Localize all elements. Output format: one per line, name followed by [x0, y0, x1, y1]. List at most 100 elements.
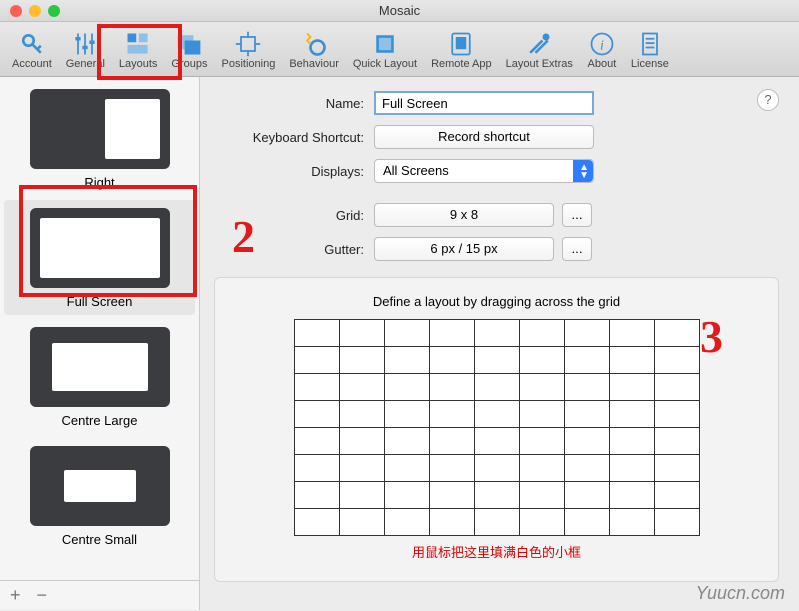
toolbar-groups[interactable]: Groups — [167, 28, 211, 72]
grid-cell[interactable] — [429, 320, 474, 347]
grid-cell[interactable] — [564, 428, 609, 455]
grid-cell[interactable] — [654, 509, 699, 536]
toolbar-account[interactable]: Account — [8, 28, 56, 72]
grid-cell[interactable] — [339, 455, 384, 482]
grid-cell[interactable] — [609, 374, 654, 401]
grid-cell[interactable] — [609, 320, 654, 347]
grid-cell[interactable] — [519, 509, 564, 536]
grid-cell[interactable] — [519, 347, 564, 374]
grid-cell[interactable] — [294, 428, 339, 455]
grid-cell[interactable] — [339, 320, 384, 347]
toolbar-layouts[interactable]: Layouts — [115, 28, 162, 72]
grid-cell[interactable] — [339, 428, 384, 455]
toolbar-general[interactable]: General — [62, 28, 109, 72]
grid-cell[interactable] — [339, 482, 384, 509]
layout-item-centre-large[interactable]: Centre Large — [4, 319, 195, 434]
grid-cell[interactable] — [294, 347, 339, 374]
grid-cell[interactable] — [654, 401, 699, 428]
grid-cell[interactable] — [654, 320, 699, 347]
grid-cell[interactable] — [474, 482, 519, 509]
grid-cell[interactable] — [294, 320, 339, 347]
grid-cell[interactable] — [609, 401, 654, 428]
grid-cell[interactable] — [384, 347, 429, 374]
grid-cell[interactable] — [519, 428, 564, 455]
grid-cell[interactable] — [339, 509, 384, 536]
grid-cell[interactable] — [654, 347, 699, 374]
grid-cell[interactable] — [429, 509, 474, 536]
grid-cell[interactable] — [564, 509, 609, 536]
layout-grid[interactable] — [294, 319, 700, 536]
layout-item-centre-small[interactable]: Centre Small — [4, 438, 195, 553]
toolbar-positioning[interactable]: Positioning — [218, 28, 280, 72]
grid-cell[interactable] — [474, 455, 519, 482]
grid-cell[interactable] — [654, 374, 699, 401]
grid-cell[interactable] — [384, 509, 429, 536]
grid-cell[interactable] — [474, 374, 519, 401]
sliders-icon — [70, 30, 100, 58]
layout-list[interactable]: Right Full Screen Centre Large Centre Sm… — [0, 77, 199, 580]
grid-cell[interactable] — [429, 401, 474, 428]
toolbar-behaviour[interactable]: Behaviour — [285, 28, 343, 72]
grid-cell[interactable] — [429, 347, 474, 374]
grid-cell[interactable] — [564, 401, 609, 428]
grid-cell[interactable] — [519, 482, 564, 509]
help-button[interactable]: ? — [757, 89, 779, 111]
layout-item-right[interactable]: Right — [4, 81, 195, 196]
grid-cell[interactable] — [384, 482, 429, 509]
grid-cell[interactable] — [294, 482, 339, 509]
grid-cell[interactable] — [609, 455, 654, 482]
grid-cell[interactable] — [564, 482, 609, 509]
grid-cell[interactable] — [519, 320, 564, 347]
grid-cell[interactable] — [609, 482, 654, 509]
grid-cell[interactable] — [564, 374, 609, 401]
record-shortcut-button[interactable]: Record shortcut — [374, 125, 594, 149]
grid-cell[interactable] — [474, 509, 519, 536]
grid-cell[interactable] — [564, 455, 609, 482]
grid-cell[interactable] — [609, 428, 654, 455]
grid-cell[interactable] — [654, 482, 699, 509]
grid-cell[interactable] — [384, 320, 429, 347]
grid-cell[interactable] — [564, 320, 609, 347]
toolbar-about[interactable]: i About — [583, 28, 621, 72]
gutter-value-button[interactable]: 6 px / 15 px — [374, 237, 554, 261]
grid-more-button[interactable]: ... — [562, 203, 592, 227]
grid-cell[interactable] — [294, 455, 339, 482]
grid-cell[interactable] — [429, 482, 474, 509]
grid-cell[interactable] — [609, 347, 654, 374]
grid-cell[interactable] — [564, 347, 609, 374]
grid-cell[interactable] — [519, 401, 564, 428]
grid-cell[interactable] — [339, 401, 384, 428]
grid-cell[interactable] — [519, 374, 564, 401]
grid-cell[interactable] — [429, 455, 474, 482]
grid-cell[interactable] — [384, 455, 429, 482]
grid-cell[interactable] — [474, 428, 519, 455]
displays-select[interactable]: All Screens ▲▼ — [374, 159, 594, 183]
remove-layout-button[interactable]: − — [37, 585, 48, 606]
toolbar-remote-app[interactable]: Remote App — [427, 28, 496, 72]
grid-cell[interactable] — [429, 374, 474, 401]
grid-cell[interactable] — [519, 455, 564, 482]
name-input[interactable] — [374, 91, 594, 115]
grid-cell[interactable] — [474, 347, 519, 374]
gutter-more-button[interactable]: ... — [562, 237, 592, 261]
grid-cell[interactable] — [654, 428, 699, 455]
grid-cell[interactable] — [384, 374, 429, 401]
grid-cell[interactable] — [339, 347, 384, 374]
grid-cell[interactable] — [654, 455, 699, 482]
grid-cell[interactable] — [384, 401, 429, 428]
grid-cell[interactable] — [294, 374, 339, 401]
add-layout-button[interactable]: + — [10, 585, 21, 606]
grid-cell[interactable] — [384, 428, 429, 455]
grid-cell[interactable] — [339, 374, 384, 401]
toolbar-license[interactable]: License — [627, 28, 673, 72]
grid-cell[interactable] — [474, 320, 519, 347]
grid-cell[interactable] — [429, 428, 474, 455]
grid-cell[interactable] — [474, 401, 519, 428]
toolbar-quick-layout[interactable]: Quick Layout — [349, 28, 421, 72]
grid-cell[interactable] — [609, 509, 654, 536]
layout-item-full-screen[interactable]: Full Screen — [4, 200, 195, 315]
toolbar-layout-extras[interactable]: Layout Extras — [502, 28, 577, 72]
grid-cell[interactable] — [294, 401, 339, 428]
grid-cell[interactable] — [294, 509, 339, 536]
grid-value-button[interactable]: 9 x 8 — [374, 203, 554, 227]
